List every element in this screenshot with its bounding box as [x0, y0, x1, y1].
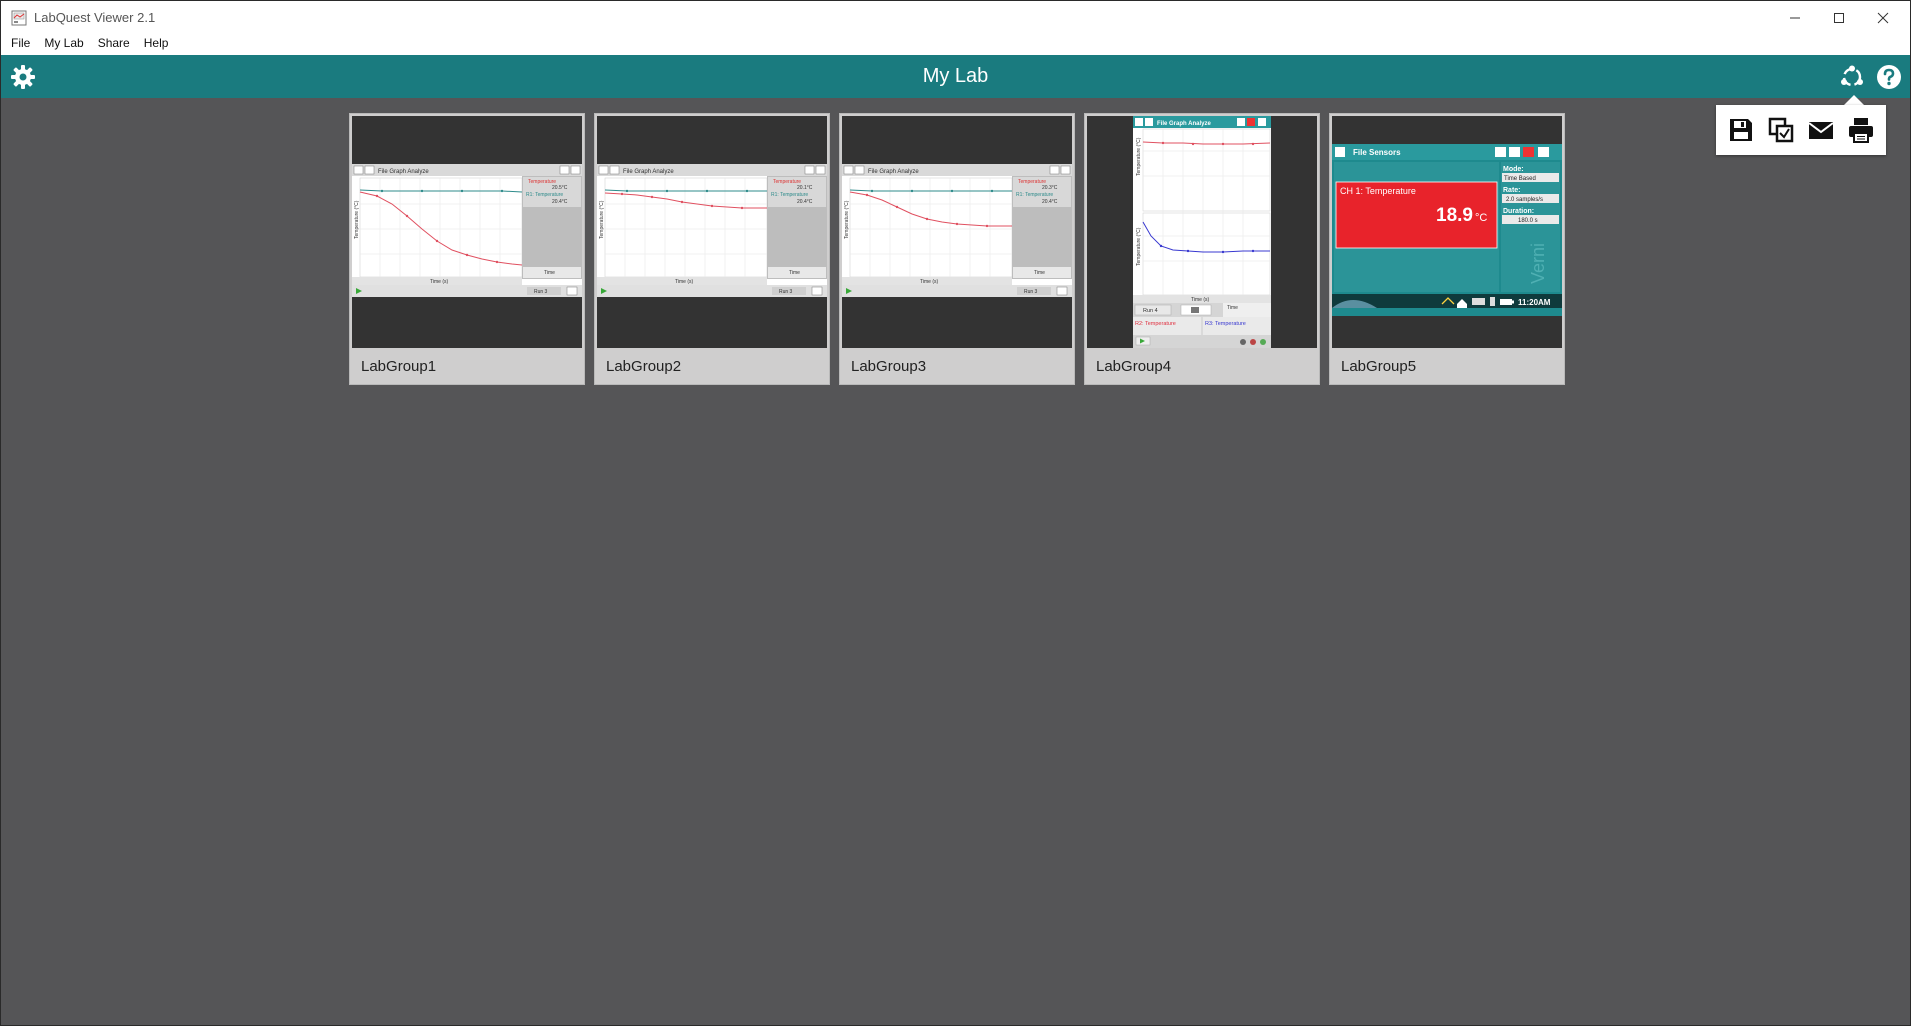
page-title: My Lab — [922, 65, 989, 87]
help-icon[interactable] — [1876, 64, 1902, 90]
close-icon — [1877, 12, 1889, 24]
svg-text:Verni: Verni — [1528, 243, 1548, 284]
graph-screen: File Graph Analyze Temperature (°C) Temp… — [352, 164, 582, 297]
mode-value: Time Based — [1504, 176, 1536, 182]
menu-file[interactable]: File — [1, 35, 37, 55]
svg-text:Temperature (°C): Temperature (°C) — [1136, 137, 1142, 176]
value-1: 20.1°C — [797, 185, 813, 191]
maximize-button[interactable] — [1816, 1, 1862, 35]
svg-text:Time (s): Time (s) — [430, 279, 448, 285]
legend-2: R1: Temperature — [771, 192, 808, 198]
svg-text:Time: Time — [1227, 305, 1238, 311]
screen-graph: File Graph Analyze Temperature (°C) Temp… — [842, 164, 1072, 297]
menu-help[interactable]: Help — [137, 35, 176, 55]
lab-card-3[interactable]: File Graph Analyze Temperature (°C) Temp… — [839, 113, 1075, 385]
mode-label: Mode: — [1503, 166, 1524, 173]
legend-2: R1: Temperature — [526, 192, 563, 198]
card-label: LabGroup1 — [361, 358, 437, 375]
app-window: LabQuest Viewer 2.1 File My Lab Share He… — [0, 0, 1911, 1026]
copy-icon[interactable] — [1767, 116, 1795, 144]
minimize-button[interactable] — [1772, 1, 1818, 35]
run-label: Run 4 — [1143, 308, 1158, 314]
svg-text:Time (s): Time (s) — [675, 279, 693, 285]
svg-text:Time: Time — [1034, 270, 1045, 276]
screen-menu-text: File Graph Analyze — [378, 169, 429, 175]
screen-menu-text: File Sensors — [1353, 148, 1401, 157]
card-label: LabGroup2 — [606, 358, 682, 375]
legend-1: R2: Temperature — [1135, 321, 1176, 327]
lab-thumbnail[interactable]: File Graph Analyze Temperature (°C) Temp… — [842, 116, 1072, 348]
app-icon — [11, 10, 27, 26]
lab-card-2[interactable]: File Graph Analyze Temperature (°C) Temp… — [594, 113, 830, 385]
time-axis-label: Time (s) — [1191, 297, 1209, 303]
screen-graph: File Graph Analyze Temperature (°C) Temp… — [597, 164, 827, 297]
screen-menu-text: File Graph Analyze — [623, 169, 674, 175]
value-1: 20.5°C — [552, 185, 568, 191]
header-bar: My Lab — [1, 55, 1910, 98]
save-icon[interactable] — [1727, 116, 1755, 144]
svg-text:Time: Time — [544, 270, 555, 276]
value-1: 20.3°C — [1042, 185, 1058, 191]
sensor-label: CH 1: Temperature — [1340, 186, 1416, 196]
svg-text:Temperature (°C): Temperature (°C) — [354, 200, 360, 239]
share-icon[interactable] — [1839, 64, 1865, 90]
window-title: LabQuest Viewer 2.1 — [34, 10, 156, 25]
screen-meter: File Sensors CH 1: Temperature 18.9 °C M… — [1332, 144, 1562, 316]
svg-text:Temperature (°C): Temperature (°C) — [1136, 227, 1142, 266]
duration-label: Duration: — [1503, 208, 1534, 215]
card-label: LabGroup4 — [1096, 358, 1172, 375]
minimize-icon — [1790, 17, 1800, 19]
value-2: 20.4°C — [797, 199, 813, 205]
screen-menu-text: File Graph Analyze — [868, 169, 919, 175]
lab-card-1[interactable]: File Graph Analyze Temperature (°C) Temp… — [349, 113, 585, 385]
sensor-value: 18.9 — [1436, 205, 1473, 226]
screen-graph: File Graph Analyze Temperature (°C) Temp… — [352, 164, 582, 297]
lab-card-5[interactable]: File Sensors CH 1: Temperature 18.9 °C M… — [1329, 113, 1565, 385]
svg-text:Temperature (°C): Temperature (°C) — [844, 200, 850, 239]
svg-text:Time (s): Time (s) — [920, 279, 938, 285]
legend-2: R3: Temperature — [1205, 321, 1246, 327]
lab-card-4[interactable]: File Graph Analyze Temperature (°C) Temp… — [1084, 113, 1320, 385]
menu-my-lab[interactable]: My Lab — [37, 35, 90, 55]
share-menu — [1716, 105, 1886, 155]
sensor-unit: °C — [1475, 212, 1487, 224]
duration-value: 180.0 s — [1518, 218, 1538, 224]
value-2: 20.4°C — [1042, 199, 1058, 205]
graph-screen: File Graph Analyze Temperature (°C) Temp… — [597, 164, 827, 297]
run-label: Run 3 — [534, 289, 548, 295]
lab-thumbnail[interactable]: File Graph Analyze Temperature (°C) Temp… — [352, 116, 582, 348]
email-icon[interactable] — [1807, 116, 1835, 144]
card-label: LabGroup5 — [1341, 358, 1417, 375]
close-button[interactable] — [1860, 1, 1906, 35]
maximize-icon — [1834, 13, 1844, 23]
lab-thumbnail[interactable]: File Graph Analyze Temperature (°C) Temp… — [1087, 116, 1317, 348]
lab-thumbnail[interactable]: File Graph Analyze Temperature (°C) Temp… — [597, 116, 827, 348]
menu-bar: File My Lab Share Help — [1, 35, 1910, 55]
legend-2: R1: Temperature — [1016, 192, 1053, 198]
rate-value: 2.0 samples/s — [1506, 197, 1543, 203]
value-2: 20.4°C — [552, 199, 568, 205]
graph-screen: File Graph Analyze Temperature (°C) Temp… — [842, 164, 1072, 297]
card-label: LabGroup3 — [851, 358, 927, 375]
sensor-screen: File Sensors CH 1: Temperature 18.9 °C M… — [1332, 144, 1562, 316]
print-icon[interactable] — [1847, 116, 1875, 144]
run-label: Run 3 — [1024, 289, 1038, 295]
screen-graph: File Graph Analyze Temperature (°C) Temp… — [1133, 116, 1271, 348]
run-label: Run 3 — [779, 289, 793, 295]
graph-screen: File Graph Analyze Temperature (°C) Temp… — [1133, 116, 1271, 348]
svg-text:Time: Time — [789, 270, 800, 276]
lab-thumbnail[interactable]: File Sensors CH 1: Temperature 18.9 °C M… — [1332, 116, 1562, 348]
rate-label: Rate: — [1503, 187, 1521, 194]
clock: 11:20AM — [1518, 298, 1551, 307]
screen-menu-text: File Graph Analyze — [1157, 121, 1211, 127]
title-bar: LabQuest Viewer 2.1 — [1, 1, 1910, 35]
menu-share[interactable]: Share — [91, 35, 137, 55]
svg-text:Temperature (°C): Temperature (°C) — [599, 200, 605, 239]
